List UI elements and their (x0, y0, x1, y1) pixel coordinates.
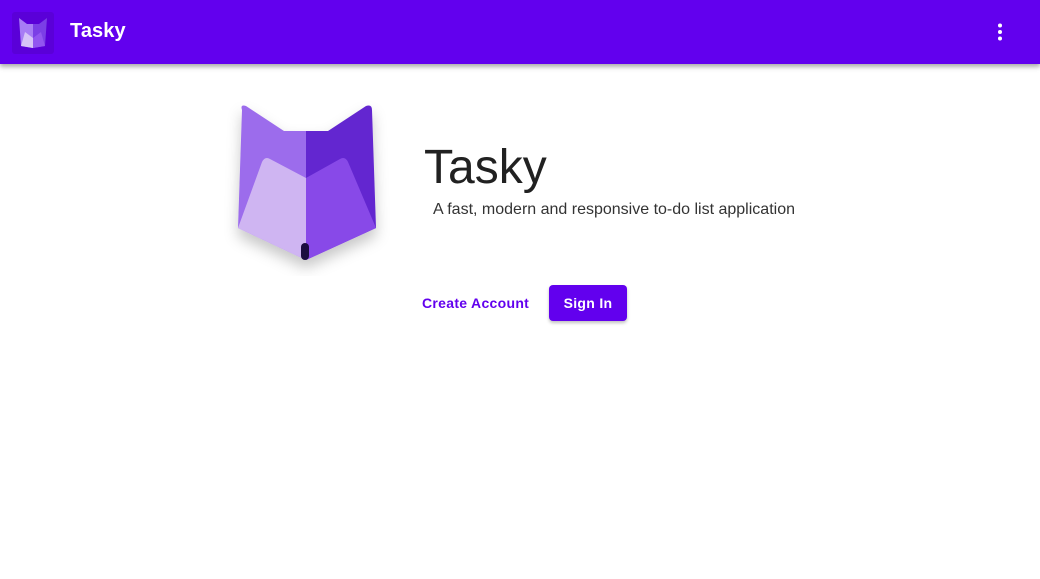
hero-subtitle: A fast, modern and responsive to-do list… (433, 201, 795, 218)
sign-in-button[interactable]: Sign In (549, 285, 627, 321)
tasky-fox-logo-icon (222, 96, 392, 276)
more-options-button[interactable] (984, 16, 1016, 48)
more-vert-icon (998, 23, 1002, 41)
app-title: Tasky (70, 20, 126, 42)
tasky-logo-icon (12, 12, 54, 54)
app-bar: Tasky (0, 0, 1040, 64)
hero-title: Tasky (424, 141, 547, 194)
create-account-button[interactable]: Create Account (412, 285, 539, 321)
